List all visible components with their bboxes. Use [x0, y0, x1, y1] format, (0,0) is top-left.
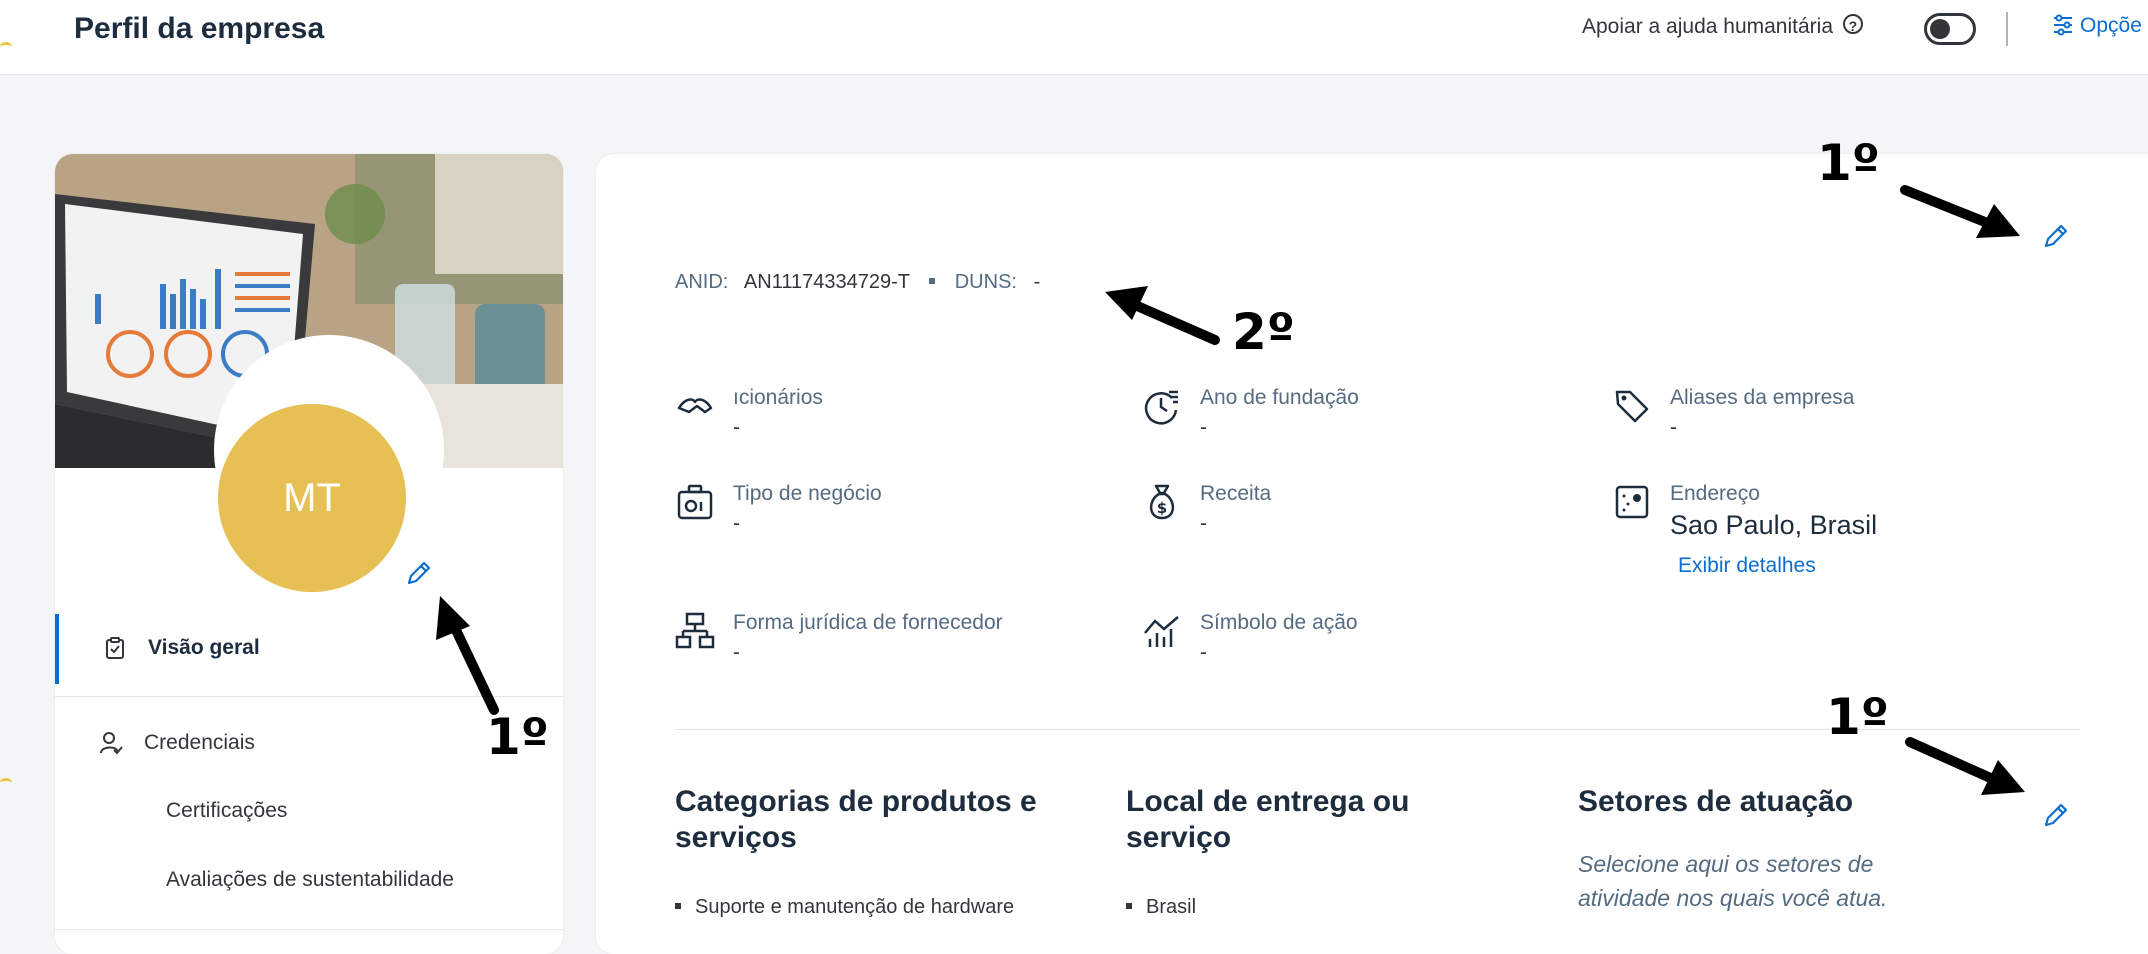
annotation-step-second: 2º [1232, 303, 1295, 361]
annotation-step-first: 1º [1826, 688, 1889, 746]
arrow-line-4 [1905, 737, 2000, 785]
annotation-step-first: 1º [1817, 134, 1880, 192]
annotation-step-first: 1º [486, 708, 549, 766]
arrow-line-1 [1900, 185, 1995, 229]
arrow-line-2 [1130, 300, 1220, 345]
arrow-line-3 [450, 623, 499, 715]
